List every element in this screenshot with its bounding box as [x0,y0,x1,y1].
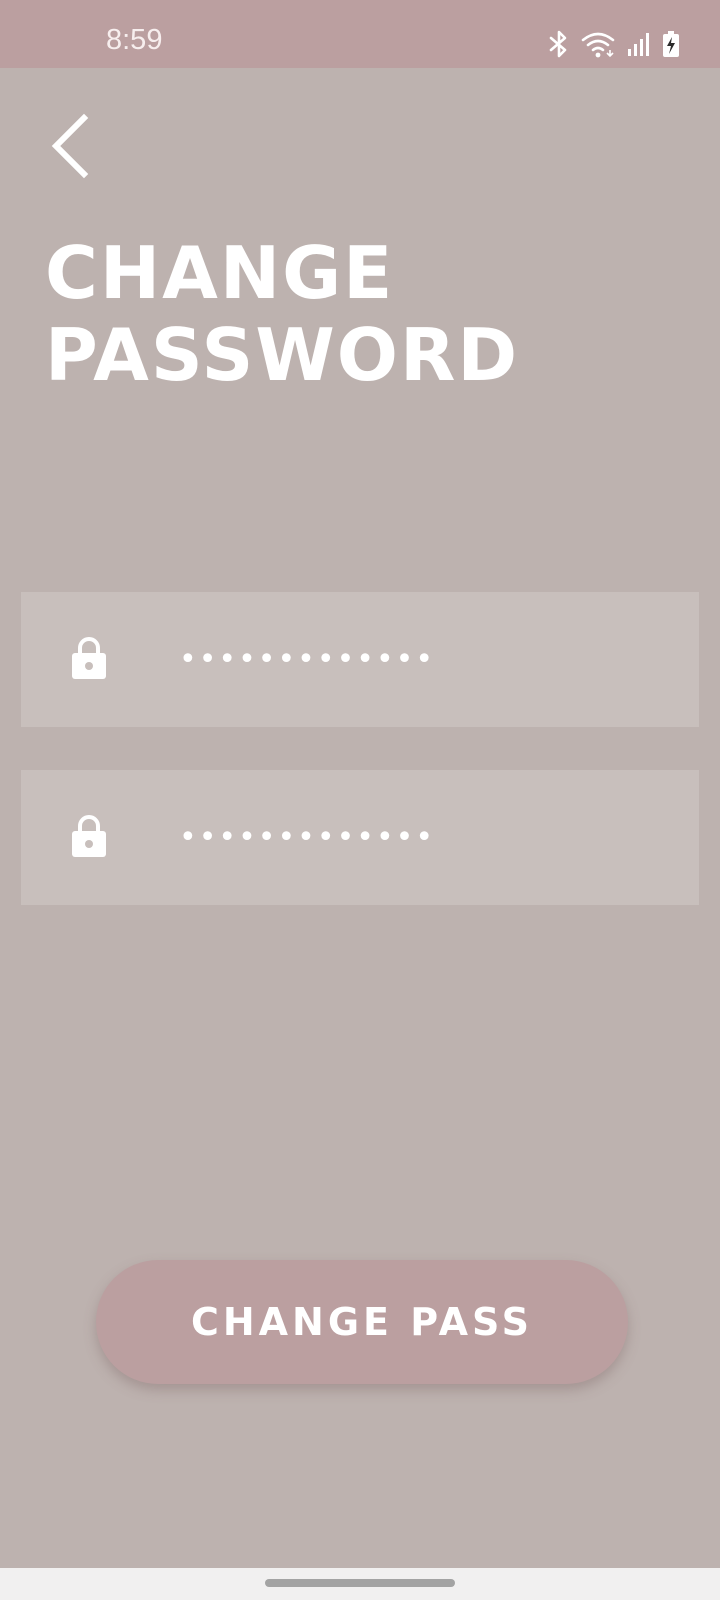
lock-icon [71,814,107,858]
status-time: 8:59 [106,24,163,56]
home-handle[interactable] [265,1579,455,1587]
back-button[interactable] [46,112,98,180]
status-icons [548,30,680,58]
change-pass-button[interactable]: CHANGE PASS [96,1260,628,1384]
bluetooth-icon [548,30,570,58]
battery-charging-icon [662,30,680,58]
chevron-left-icon [46,112,98,180]
page-title: CHANGE PASSWORD [45,231,520,397]
confirm-password-input[interactable] [179,812,679,862]
navigation-bar [0,1568,720,1600]
password-field[interactable] [21,592,699,727]
lock-icon [71,636,107,680]
confirm-password-field[interactable] [21,770,699,905]
signal-icon [626,31,652,57]
wifi-icon [580,30,616,58]
change-pass-label: CHANGE PASS [190,1300,534,1344]
status-bar: 8:59 [0,0,720,68]
password-input[interactable] [179,634,679,684]
